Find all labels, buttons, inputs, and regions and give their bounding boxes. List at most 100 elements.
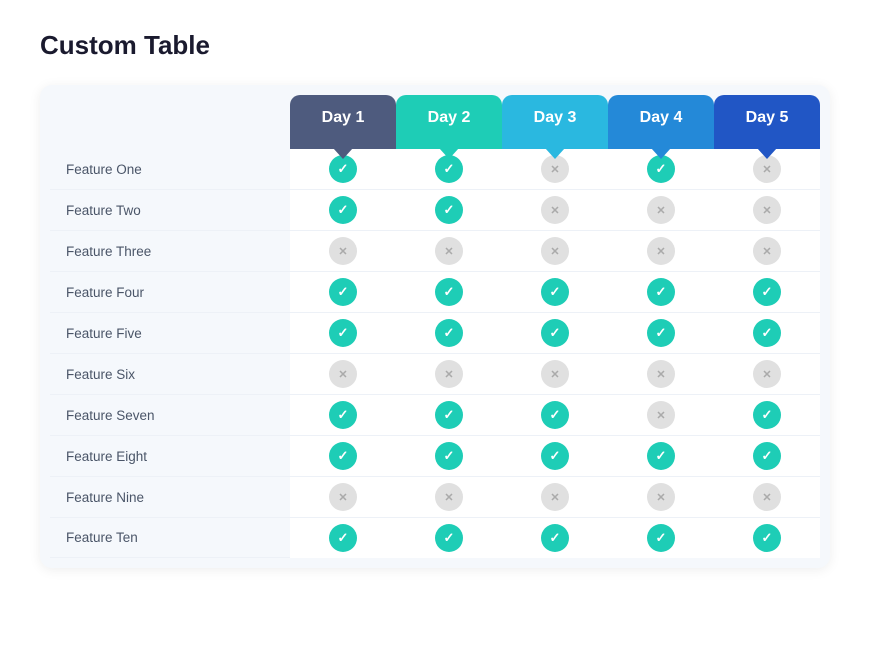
check-icon bbox=[541, 278, 569, 306]
check-icon bbox=[647, 278, 675, 306]
feature-label-7: Feature Seven bbox=[50, 395, 290, 436]
cross-icon bbox=[541, 483, 569, 511]
cell-row10-col2 bbox=[396, 518, 502, 558]
check-icon bbox=[753, 401, 781, 429]
cell-row5-col4 bbox=[608, 313, 714, 354]
check-icon bbox=[329, 319, 357, 347]
check-icon bbox=[329, 401, 357, 429]
cell-row9-col4 bbox=[608, 477, 714, 518]
check-icon bbox=[435, 319, 463, 347]
cross-icon bbox=[435, 483, 463, 511]
cell-row3-col3 bbox=[502, 231, 608, 272]
cross-icon bbox=[541, 196, 569, 224]
cell-row6-col2 bbox=[396, 354, 502, 395]
page-title: Custom Table bbox=[40, 30, 830, 61]
cell-row3-col2 bbox=[396, 231, 502, 272]
cell-row2-col1 bbox=[290, 190, 396, 231]
cross-icon bbox=[329, 237, 357, 265]
cell-row6-col4 bbox=[608, 354, 714, 395]
check-icon bbox=[753, 319, 781, 347]
check-icon bbox=[647, 524, 675, 552]
cross-icon bbox=[541, 155, 569, 183]
cell-row4-col1 bbox=[290, 272, 396, 313]
cell-row8-col4 bbox=[608, 436, 714, 477]
cell-row8-col1 bbox=[290, 436, 396, 477]
feature-label-10: Feature Ten bbox=[50, 518, 290, 558]
header-cell-col3: Day 3 bbox=[502, 95, 608, 149]
cell-row5-col1 bbox=[290, 313, 396, 354]
check-icon bbox=[753, 278, 781, 306]
cell-row9-col3 bbox=[502, 477, 608, 518]
cell-row10-col1 bbox=[290, 518, 396, 558]
feature-label-5: Feature Five bbox=[50, 313, 290, 354]
cell-row2-col5 bbox=[714, 190, 820, 231]
cell-row8-col5 bbox=[714, 436, 820, 477]
check-icon bbox=[753, 524, 781, 552]
check-icon bbox=[435, 278, 463, 306]
cross-icon bbox=[435, 237, 463, 265]
cell-row5-col3 bbox=[502, 313, 608, 354]
check-icon bbox=[647, 319, 675, 347]
cell-row7-col4 bbox=[608, 395, 714, 436]
cell-row10-col4 bbox=[608, 518, 714, 558]
cell-row9-col2 bbox=[396, 477, 502, 518]
cell-row2-col4 bbox=[608, 190, 714, 231]
cell-row6-col1 bbox=[290, 354, 396, 395]
cell-row7-col5 bbox=[714, 395, 820, 436]
check-icon bbox=[541, 319, 569, 347]
cell-row8-col3 bbox=[502, 436, 608, 477]
cell-row7-col3 bbox=[502, 395, 608, 436]
header-cell-col2: Day 2 bbox=[396, 95, 502, 149]
header-cell-col0 bbox=[50, 95, 290, 149]
cross-icon bbox=[647, 237, 675, 265]
check-icon bbox=[435, 401, 463, 429]
cross-icon bbox=[435, 360, 463, 388]
header-cell-col5: Day 5 bbox=[714, 95, 820, 149]
check-icon bbox=[753, 442, 781, 470]
cross-icon bbox=[647, 360, 675, 388]
feature-label-6: Feature Six bbox=[50, 354, 290, 395]
cell-row4-col2 bbox=[396, 272, 502, 313]
cell-row6-col5 bbox=[714, 354, 820, 395]
feature-label-2: Feature Two bbox=[50, 190, 290, 231]
check-icon bbox=[329, 196, 357, 224]
header-cell-col4: Day 4 bbox=[608, 95, 714, 149]
cell-row9-col1 bbox=[290, 477, 396, 518]
cell-row2-col3 bbox=[502, 190, 608, 231]
page-container: Custom Table Day 1Day 2Day 3Day 4Day 5Fe… bbox=[40, 30, 830, 568]
cell-row4-col5 bbox=[714, 272, 820, 313]
cross-icon bbox=[753, 483, 781, 511]
cell-row9-col5 bbox=[714, 477, 820, 518]
cell-row2-col2 bbox=[396, 190, 502, 231]
cross-icon bbox=[753, 196, 781, 224]
cell-row10-col5 bbox=[714, 518, 820, 558]
table-wrapper: Day 1Day 2Day 3Day 4Day 5Feature OneFeat… bbox=[40, 85, 830, 568]
cross-icon bbox=[753, 360, 781, 388]
cell-row10-col3 bbox=[502, 518, 608, 558]
cell-row6-col3 bbox=[502, 354, 608, 395]
cell-row8-col2 bbox=[396, 436, 502, 477]
check-icon bbox=[329, 278, 357, 306]
cross-icon bbox=[647, 196, 675, 224]
cell-row5-col5 bbox=[714, 313, 820, 354]
cell-row4-col3 bbox=[502, 272, 608, 313]
check-icon bbox=[435, 524, 463, 552]
cross-icon bbox=[753, 155, 781, 183]
cross-icon bbox=[329, 483, 357, 511]
cell-row3-col1 bbox=[290, 231, 396, 272]
feature-label-4: Feature Four bbox=[50, 272, 290, 313]
check-icon bbox=[647, 442, 675, 470]
check-icon bbox=[541, 442, 569, 470]
cross-icon bbox=[647, 483, 675, 511]
cell-row3-col5 bbox=[714, 231, 820, 272]
header-cell-col1: Day 1 bbox=[290, 95, 396, 149]
table-grid: Day 1Day 2Day 3Day 4Day 5Feature OneFeat… bbox=[50, 95, 820, 558]
check-icon bbox=[647, 155, 675, 183]
cross-icon bbox=[541, 237, 569, 265]
cell-row7-col2 bbox=[396, 395, 502, 436]
check-icon bbox=[541, 524, 569, 552]
cell-row3-col4 bbox=[608, 231, 714, 272]
feature-label-3: Feature Three bbox=[50, 231, 290, 272]
check-icon bbox=[435, 442, 463, 470]
cross-icon bbox=[329, 360, 357, 388]
